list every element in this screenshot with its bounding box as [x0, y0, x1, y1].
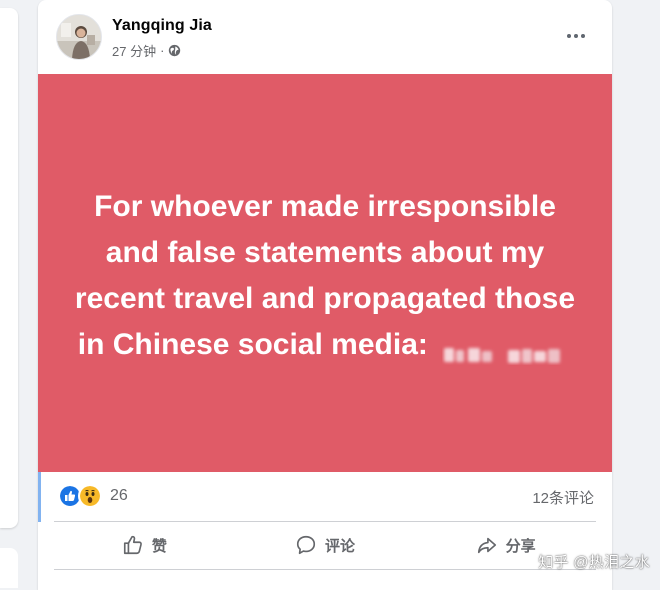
- reactions-bar: 26 12条评论: [38, 472, 612, 520]
- comments-count-link[interactable]: 12条评论: [532, 487, 594, 508]
- post-card: Yangqing Jia 27 分钟 · For whoever made ir…: [38, 0, 612, 590]
- reaction-summary[interactable]: 26: [58, 484, 128, 508]
- avatar-photo-icon: [57, 15, 101, 59]
- neighbor-card-sliver: [0, 8, 18, 528]
- post-timestamp[interactable]: 27 分钟: [112, 41, 156, 60]
- more-horizontal-icon: [567, 34, 571, 38]
- post-meta: 27 分钟 ·: [112, 41, 181, 60]
- post-text-background[interactable]: For whoever made irresponsible and false…: [38, 74, 612, 472]
- reaction-count: 26: [110, 487, 128, 504]
- blurred-name: [442, 333, 572, 364]
- meta-separator: ·: [160, 43, 165, 58]
- divider-bottom: [54, 569, 596, 570]
- watermark: 知乎 @热泪之水: [538, 554, 650, 571]
- wow-reaction-icon: [78, 484, 102, 508]
- author-name[interactable]: Yangqing Jia: [112, 17, 212, 35]
- more-dot: [574, 34, 578, 38]
- post-media-text: For whoever made irresponsible and false…: [65, 184, 585, 368]
- globe-icon[interactable]: [168, 44, 181, 57]
- like-label: 赞: [151, 537, 167, 555]
- neighbor-card-sliver-bottom: [0, 548, 18, 588]
- comment-label: 评论: [325, 537, 356, 555]
- share-label: 分享: [505, 537, 536, 555]
- more-dot: [581, 34, 585, 38]
- thumbs-up-icon: [123, 535, 142, 555]
- author-avatar[interactable]: [56, 14, 102, 60]
- share-arrow-icon: [477, 537, 496, 554]
- post-header: Yangqing Jia 27 分钟 ·: [38, 0, 612, 74]
- like-button[interactable]: 赞: [54, 521, 235, 569]
- focus-accent-bar: [38, 472, 41, 522]
- comment-bubble-icon: [296, 535, 316, 555]
- comment-button[interactable]: 评论: [235, 521, 416, 569]
- post-actions-bar: 赞 评论 分享: [38, 521, 612, 569]
- more-options-button[interactable]: [558, 22, 594, 50]
